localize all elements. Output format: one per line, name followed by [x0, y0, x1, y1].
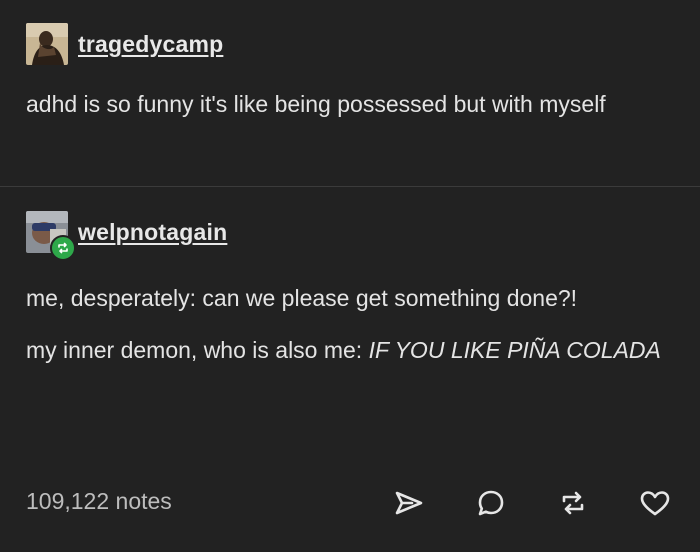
reblog-text-line2-italic: IF YOU LIKE PIÑA COLADA: [368, 337, 661, 363]
reblog-text-line1: me, desperately: can we please get somet…: [26, 285, 578, 311]
share-icon[interactable]: [388, 486, 430, 520]
reply-icon[interactable]: [470, 486, 512, 520]
divider: [0, 186, 700, 187]
reblog-badge-icon: [50, 235, 76, 261]
avatar[interactable]: [26, 211, 76, 261]
reblog-text-line2: my inner demon, who is also me: IF YOU L…: [26, 332, 676, 368]
post-text: adhd is so funny it's like being possess…: [26, 91, 606, 117]
avatar[interactable]: [26, 23, 68, 65]
action-bar: [348, 486, 676, 520]
heart-icon[interactable]: [634, 486, 676, 520]
reblog-header: welpnotagain: [26, 210, 227, 261]
reblog-body: me, desperately: can we please get somet…: [26, 280, 676, 368]
post-body: adhd is so funny it's like being possess…: [26, 86, 676, 122]
post-header: tragedycamp: [26, 22, 223, 66]
username-link[interactable]: welpnotagain: [78, 219, 227, 246]
avatar-image: [26, 23, 68, 65]
reblog-icon[interactable]: [552, 486, 594, 520]
reblog-text-line2-prefix: my inner demon, who is also me:: [26, 337, 369, 363]
notes-count[interactable]: 109,122 notes: [26, 488, 172, 515]
username-link[interactable]: tragedycamp: [78, 31, 223, 58]
post-card: tragedycamp adhd is so funny it's like b…: [0, 0, 700, 552]
post-footer: 109,122 notes: [26, 478, 676, 528]
